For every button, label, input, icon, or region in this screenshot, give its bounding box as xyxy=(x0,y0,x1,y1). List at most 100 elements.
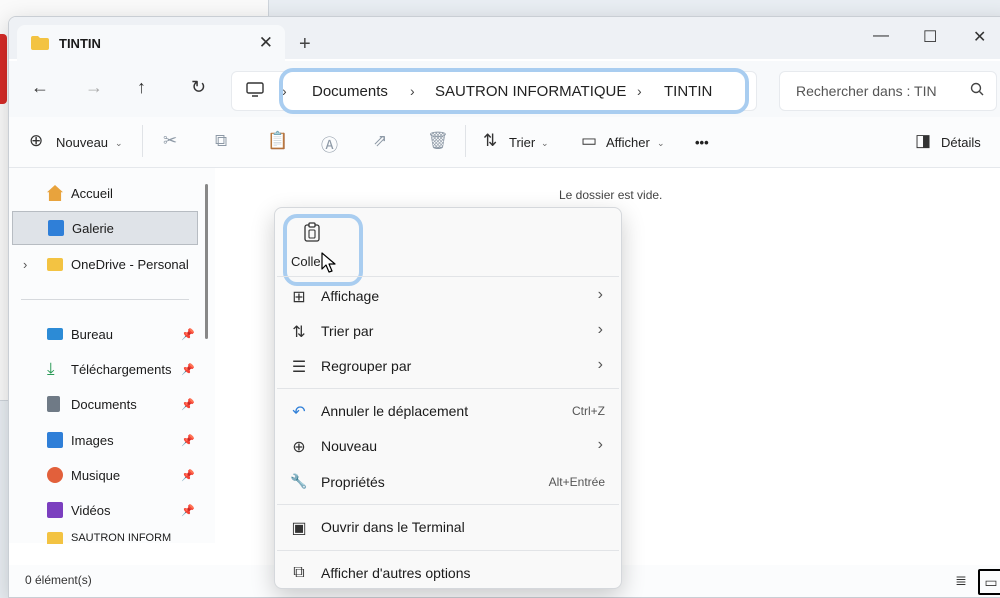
minimize-button[interactable]: — xyxy=(873,27,889,45)
chevron-right-icon[interactable]: › xyxy=(23,257,27,272)
pin-icon[interactable]: 📌 xyxy=(181,469,195,482)
menu-item-annuler[interactable]: ↶ Annuler le déplacement Ctrl+Z xyxy=(275,394,621,428)
pin-icon[interactable]: 📌 xyxy=(181,504,195,517)
search-icon xyxy=(970,82,984,96)
sidebar-item-images[interactable]: Images 📌 xyxy=(9,424,197,456)
tiles-view-icon[interactable]: ▭ xyxy=(978,569,1000,595)
menu-item-label: Afficher d'autres options xyxy=(321,565,471,581)
paste-icon xyxy=(304,222,320,242)
close-window-button[interactable]: ✕ xyxy=(973,27,986,47)
sidebar-item-videos[interactable]: Vidéos 📌 xyxy=(9,494,197,526)
chevron-right-icon: › xyxy=(597,286,603,303)
tab-close-icon[interactable]: ✕ xyxy=(259,33,273,53)
chevron-down-icon: ⌄ xyxy=(115,138,123,148)
sort-button[interactable]: Trier xyxy=(509,135,535,150)
chevron-right-icon: › xyxy=(597,436,603,453)
sidebar-item-label: Vidéos xyxy=(71,502,111,518)
cut-icon[interactable]: ✂ xyxy=(163,131,177,151)
back-button[interactable]: ← xyxy=(31,77,49,98)
chevron-down-icon: ⌄ xyxy=(657,138,665,148)
download-icon: ⤓ xyxy=(47,359,55,378)
new-button[interactable]: Nouveau xyxy=(56,135,108,150)
sidebar-item-label: Bureau xyxy=(71,326,113,342)
sidebar-item-musique[interactable]: Musique 📌 xyxy=(9,459,197,491)
sidebar-item-label: Documents xyxy=(71,396,137,412)
documents-icon xyxy=(47,396,60,412)
sidebar-item-accueil[interactable]: Accueil xyxy=(9,177,197,209)
pin-icon[interactable]: 📌 xyxy=(181,434,195,447)
share-icon[interactable]: ⇗ xyxy=(373,131,387,151)
sidebar-item-sautron[interactable]: SAUTRON INFORM xyxy=(9,526,197,544)
forward-button[interactable]: → xyxy=(85,77,103,98)
address-bar[interactable]: › Documents › SAUTRON INFORMATIQUE › TIN… xyxy=(231,71,757,111)
sidebar-item-telechargements[interactable]: ⤓ Téléchargements 📌 xyxy=(9,353,197,385)
menu-separator xyxy=(277,550,619,551)
menu-item-nouveau[interactable]: ⊕ Nouveau › xyxy=(275,429,621,463)
plus-circle-icon: ⊕ xyxy=(292,439,306,456)
search-box[interactable]: Rechercher dans : TIN xyxy=(779,71,997,111)
tab-tintin[interactable]: TINTIN ✕ xyxy=(17,25,285,61)
view-button[interactable]: Afficher xyxy=(606,135,650,150)
chevron-right-icon: › xyxy=(410,83,415,99)
copy-icon[interactable]: ⧉ xyxy=(215,131,227,151)
command-bar: ⊕ Nouveau ⌄ ✂ ⧉ 📋 Ⓐ ⇗ 🗑 ⇅ Trier ⌄ ▭ Affi… xyxy=(9,117,1000,168)
shortcut-text: Ctrl+Z xyxy=(572,404,605,418)
sort-icon: ⇅ xyxy=(292,324,306,341)
sidebar-item-label: Musique xyxy=(71,467,121,483)
chevron-right-icon: › xyxy=(597,356,603,373)
more-options-button[interactable]: ••• xyxy=(695,135,709,150)
details-button[interactable]: Détails xyxy=(941,135,981,150)
list-view-icon[interactable]: ≣ xyxy=(950,569,972,591)
sidebar-item-onedrive[interactable]: › OneDrive - Personal xyxy=(9,248,197,280)
sidebar-item-documents[interactable]: Documents 📌 xyxy=(9,388,197,420)
paste-icon[interactable]: 📋 xyxy=(267,131,288,151)
breadcrumb-tintin[interactable]: TINTIN xyxy=(664,83,712,100)
menu-item-regrouper-par[interactable]: ☰ Regrouper par › xyxy=(275,349,621,383)
menu-item-label: Propriétés xyxy=(321,474,385,490)
toolbar-divider xyxy=(142,125,143,157)
pin-icon[interactable]: 📌 xyxy=(181,328,195,341)
menu-item-label: Affichage xyxy=(321,288,380,304)
menu-item-label: Trier par xyxy=(321,323,374,339)
wrench-icon: 🔧 xyxy=(290,473,308,489)
chevron-right-icon: › xyxy=(282,83,287,99)
folder-icon xyxy=(47,257,63,271)
menu-item-proprietes[interactable]: 🔧 Propriétés Alt+Entrée xyxy=(275,465,621,499)
menu-item-autres-options[interactable]: ⧉ Afficher d'autres options xyxy=(275,556,621,588)
refresh-button[interactable]: ↻ xyxy=(191,77,206,98)
sidebar-item-label: OneDrive - Personal xyxy=(71,256,189,272)
toolbar-divider xyxy=(465,125,466,157)
grid-icon: ⊞ xyxy=(292,289,306,306)
pin-icon[interactable]: 📌 xyxy=(181,398,195,411)
breadcrumb-documents[interactable]: Documents xyxy=(312,83,388,100)
sidebar-divider xyxy=(21,299,189,300)
menu-item-trier-par[interactable]: ⇅ Trier par › xyxy=(275,314,621,348)
plus-circle-icon: ⊕ xyxy=(29,131,44,150)
background-accent xyxy=(0,34,7,104)
chevron-right-icon: › xyxy=(637,83,642,99)
details-pane-icon: ◨ xyxy=(915,131,932,150)
item-count: 0 élément(s) xyxy=(25,573,92,587)
pin-icon[interactable]: 📌 xyxy=(181,363,195,376)
folder-icon xyxy=(47,532,63,544)
menu-item-affichage[interactable]: ⊞ Affichage › xyxy=(275,279,621,313)
videos-icon xyxy=(47,502,63,518)
delete-icon[interactable]: 🗑 xyxy=(427,131,449,151)
breadcrumb-sautron[interactable]: SAUTRON INFORMATIQUE xyxy=(435,83,626,100)
up-button[interactable]: ↑ xyxy=(137,77,146,98)
rename-icon[interactable]: Ⓐ xyxy=(321,131,338,156)
new-tab-button[interactable]: + xyxy=(299,33,311,56)
empty-folder-message: Le dossier est vide. xyxy=(559,188,663,202)
maximize-button[interactable]: ☐ xyxy=(923,27,937,47)
sidebar-item-galerie[interactable]: Galerie xyxy=(12,211,198,245)
navigation-pane: Accueil Galerie › OneDrive - Personal Bu… xyxy=(9,168,215,544)
paste-label: Coller xyxy=(291,254,325,269)
sidebar-item-bureau[interactable]: Bureau 📌 xyxy=(9,318,197,350)
sidebar-scrollbar[interactable] xyxy=(205,184,208,339)
menu-item-terminal[interactable]: ▣ Ouvrir dans le Terminal xyxy=(275,510,621,544)
menu-item-label: Regrouper par xyxy=(321,358,412,374)
menu-item-label: Ouvrir dans le Terminal xyxy=(321,519,465,535)
folder-icon xyxy=(31,36,49,50)
mouse-cursor-icon xyxy=(321,252,336,273)
search-placeholder: Rechercher dans : TIN xyxy=(796,83,937,99)
